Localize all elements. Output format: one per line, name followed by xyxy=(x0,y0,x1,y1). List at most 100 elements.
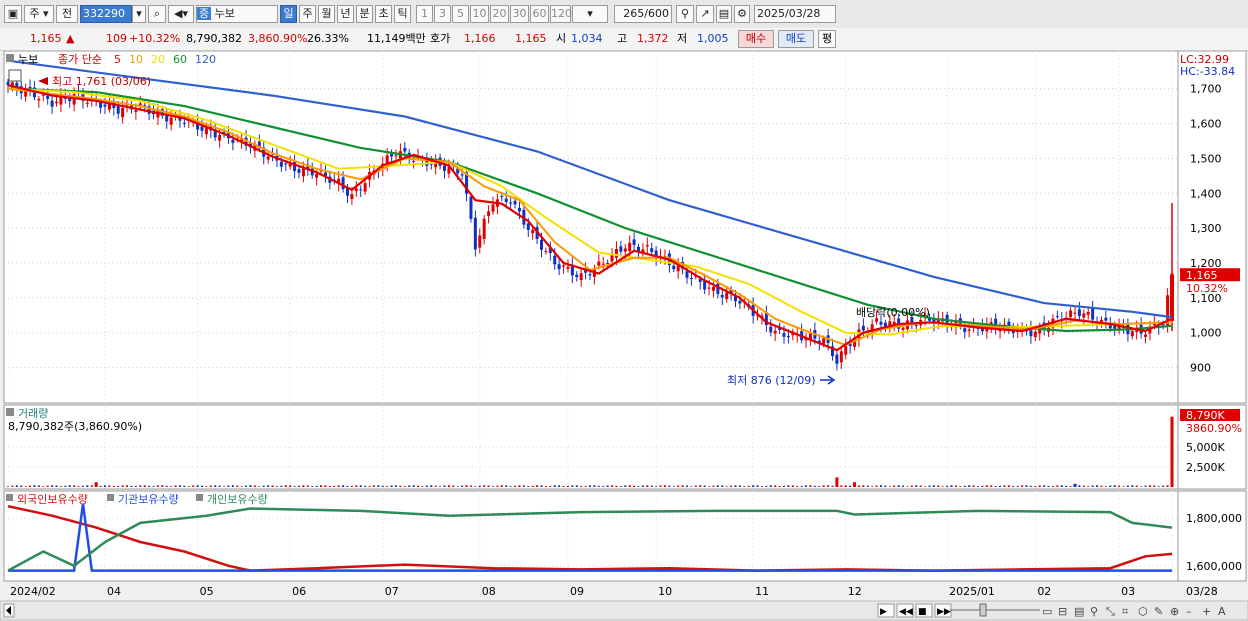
price-tick-label: 1,300 xyxy=(1190,222,1222,235)
volume-bar xyxy=(716,485,719,487)
chart-menu-icon[interactable]: ▣ xyxy=(4,5,22,23)
period-button-0[interactable]: 일 xyxy=(280,5,297,23)
period-button-6[interactable]: 틱 xyxy=(394,5,411,23)
period-button-5[interactable]: 초 xyxy=(375,5,392,23)
candle-body xyxy=(403,147,407,152)
candle-body xyxy=(566,266,570,269)
interval-button-7[interactable]: 120 xyxy=(550,5,572,23)
x-axis-label: 2024/02 xyxy=(10,585,56,598)
volume-bar xyxy=(483,485,486,487)
volume-bar xyxy=(236,485,239,487)
count-field[interactable]: 265/600 xyxy=(614,5,672,23)
volume-bar xyxy=(906,486,909,487)
tool-icon-1: ⊟ xyxy=(1058,605,1067,618)
x-axis-label: 10 xyxy=(658,585,672,598)
volume-bar xyxy=(593,485,596,487)
date-field[interactable]: 2025/03/28 xyxy=(754,5,836,23)
volume-bar xyxy=(730,485,733,487)
volume-bar xyxy=(253,485,256,487)
period-button-2[interactable]: 월 xyxy=(318,5,335,23)
interval-button-1[interactable]: 3 xyxy=(434,5,451,23)
volume-bar xyxy=(880,485,882,487)
volume-title: 거래량 xyxy=(18,407,48,420)
volume-bar xyxy=(1153,485,1156,487)
candle-body xyxy=(218,135,222,141)
candle-body xyxy=(41,94,45,96)
volume-bar xyxy=(117,485,120,487)
interval-select[interactable]: ▾ xyxy=(572,5,608,23)
period-button-3[interactable]: 년 xyxy=(337,5,354,23)
code-dropdown-icon[interactable]: ▾ xyxy=(132,5,146,23)
volume-bar xyxy=(99,485,102,487)
volume-bar xyxy=(487,485,490,487)
ma-period-120: 120 xyxy=(195,53,216,66)
volume-bar xyxy=(655,486,658,487)
volume-bar xyxy=(752,485,755,487)
volume-bar xyxy=(130,485,133,487)
interval-button-0[interactable]: 1 xyxy=(416,5,433,23)
volume-bar xyxy=(540,485,543,487)
volume-bar xyxy=(1021,485,1024,487)
volume-bar xyxy=(1126,485,1129,487)
volume-bar xyxy=(712,485,715,487)
candle-body xyxy=(544,251,548,253)
buy-button[interactable]: 매수 xyxy=(738,30,774,48)
sell-button[interactable]: 매도 xyxy=(778,30,814,48)
volume-bar xyxy=(566,485,569,487)
save-icon[interactable]: ▤ xyxy=(716,5,732,23)
interval-button-3[interactable]: 10 xyxy=(470,5,489,23)
stock-type-badge: 증 xyxy=(197,7,212,20)
volume-bar xyxy=(311,486,314,487)
chart-type-icon[interactable]: ⚲ xyxy=(676,5,694,23)
volume-bar xyxy=(888,486,891,487)
x-axis-label: 11 xyxy=(755,585,769,598)
volume-bar xyxy=(465,485,468,487)
volume-bar xyxy=(972,485,975,487)
stock-name-field[interactable]: 증 누보 xyxy=(196,5,278,23)
candle-body xyxy=(1055,316,1059,318)
speaker-icon[interactable]: ◀▾ xyxy=(168,5,194,23)
volume-bar xyxy=(708,486,711,487)
settings-icon[interactable]: ⚙ xyxy=(734,5,750,23)
eval-button[interactable]: 평 xyxy=(818,30,836,48)
volume-bar xyxy=(796,485,799,487)
volume-bar xyxy=(108,485,111,487)
volume-bar xyxy=(624,485,627,487)
volume-bar xyxy=(902,485,905,487)
draw-tool-icon[interactable]: ↗ xyxy=(696,5,714,23)
volume-bar xyxy=(509,486,512,487)
quote-bar: 1,165 ▲ 109 +10.32% 8,790,382 3,860.90% … xyxy=(0,28,1248,51)
holdings-legend-marker-0 xyxy=(6,494,13,501)
volume-bar xyxy=(395,485,397,487)
interval-button-4[interactable]: 20 xyxy=(490,5,509,23)
interval-button-2[interactable]: 5 xyxy=(452,5,469,23)
volume-bar xyxy=(990,485,993,487)
search-icon[interactable]: ⌕ xyxy=(148,5,166,23)
volume-bar xyxy=(267,485,270,487)
code-input[interactable]: 332290 xyxy=(80,5,132,23)
candle-body xyxy=(650,248,654,252)
volume-bar xyxy=(1012,485,1015,487)
volume-bar xyxy=(1122,486,1125,487)
candle-body xyxy=(443,165,446,171)
chart-area[interactable]: 9001,0001,1001,2001,3001,4001,5001,6001,… xyxy=(0,51,1248,621)
period-select[interactable]: 주 ▾ xyxy=(24,5,54,23)
volume-bar xyxy=(611,485,614,487)
volume-bar xyxy=(55,485,58,487)
high-annotation: 최고 1,761 (03/06) xyxy=(52,75,151,88)
volume-bar xyxy=(223,486,226,487)
volume-bar xyxy=(531,485,534,487)
interval-button-5[interactable]: 30 xyxy=(510,5,529,23)
candle-body xyxy=(1130,331,1134,337)
period-button-4[interactable]: 분 xyxy=(356,5,373,23)
candle-body xyxy=(487,211,491,216)
candle-body xyxy=(769,326,773,333)
candle-body xyxy=(1144,334,1148,337)
low-annotation: 최저 876 (12/09) xyxy=(727,374,816,387)
period-button-1[interactable]: 주 xyxy=(299,5,316,23)
prev-button[interactable]: 전 xyxy=(56,5,78,23)
interval-button-6[interactable]: 60 xyxy=(530,5,549,23)
volume-bar xyxy=(558,485,561,487)
volume-bar xyxy=(37,485,40,487)
holdings-legend-marker-1 xyxy=(107,494,114,501)
